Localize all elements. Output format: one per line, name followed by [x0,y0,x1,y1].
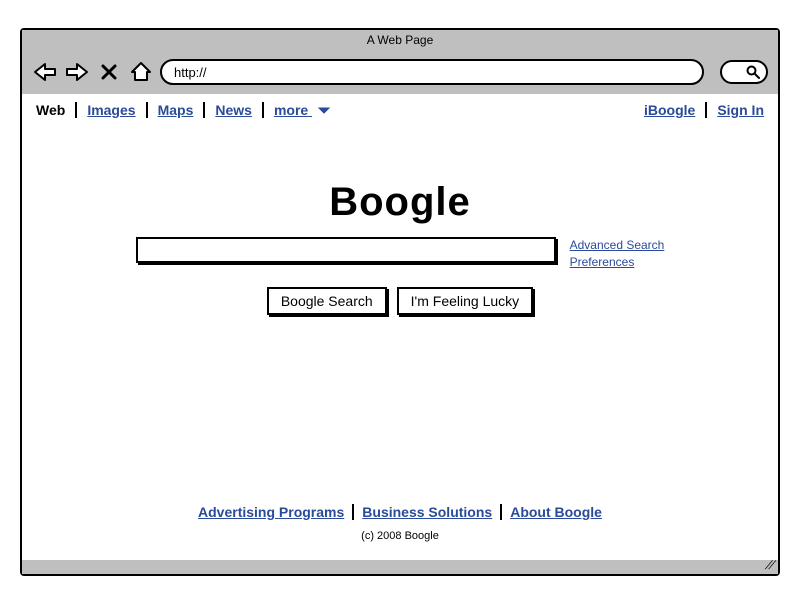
top-navigation: Web Images Maps News more iBoogle Sign [22,94,778,122]
copyright-text: (c) 2008 Boogle [22,530,778,542]
footer: Advertising Programs Business Solutions … [22,504,778,560]
search-button[interactable]: Boogle Search [267,287,387,315]
stop-button[interactable] [96,59,122,85]
nav-separator [146,102,148,118]
back-button[interactable] [32,59,58,85]
preferences-link[interactable]: Preferences [570,254,665,271]
browser-search-button[interactable] [720,60,768,84]
nav-iboogle[interactable]: iBoogle [642,102,697,118]
search-side-links: Advanced Search Preferences [570,237,665,271]
lucky-button[interactable]: I'm Feeling Lucky [397,287,534,315]
main-area: Boogle Advanced Search Preferences Boogl… [22,122,778,504]
nav-separator [262,102,264,118]
forward-button[interactable] [64,59,90,85]
advanced-search-link[interactable]: Advanced Search [570,237,665,254]
window-title: A Web Page [22,30,778,50]
footer-links: Advertising Programs Business Solutions … [22,504,778,520]
url-text: http:// [174,65,207,80]
footer-about-link[interactable]: About Boogle [510,504,602,520]
nav-images[interactable]: Images [85,102,137,118]
nav-web[interactable]: Web [34,102,67,118]
footer-separator [500,504,502,520]
page-content: Web Images Maps News more iBoogle Sign [22,94,778,560]
footer-business-link[interactable]: Business Solutions [362,504,492,520]
search-icon [746,65,760,79]
search-buttons: Boogle Search I'm Feeling Lucky [267,287,533,315]
footer-advertising-link[interactable]: Advertising Programs [198,504,344,520]
nav-news[interactable]: News [213,102,254,118]
url-bar[interactable]: http:// [160,59,704,85]
nav-sign-in[interactable]: Sign In [715,102,766,118]
nav-separator [75,102,77,118]
home-button[interactable] [128,59,154,85]
browser-window: A Web Page http:// Web Images Map [20,28,780,576]
status-bar: // [22,560,778,574]
nav-more-label: more [274,102,308,118]
nav-separator [705,102,707,118]
nav-more[interactable]: more [272,102,332,118]
nav-maps[interactable]: Maps [156,102,196,118]
resize-grip-icon[interactable]: // [765,558,777,572]
nav-separator [203,102,205,118]
search-row: Advanced Search Preferences [136,237,665,271]
footer-separator [352,504,354,520]
chevron-down-icon [318,102,330,118]
browser-toolbar: http:// [22,50,778,94]
search-input[interactable] [136,237,556,263]
logo: Boogle [329,180,471,225]
